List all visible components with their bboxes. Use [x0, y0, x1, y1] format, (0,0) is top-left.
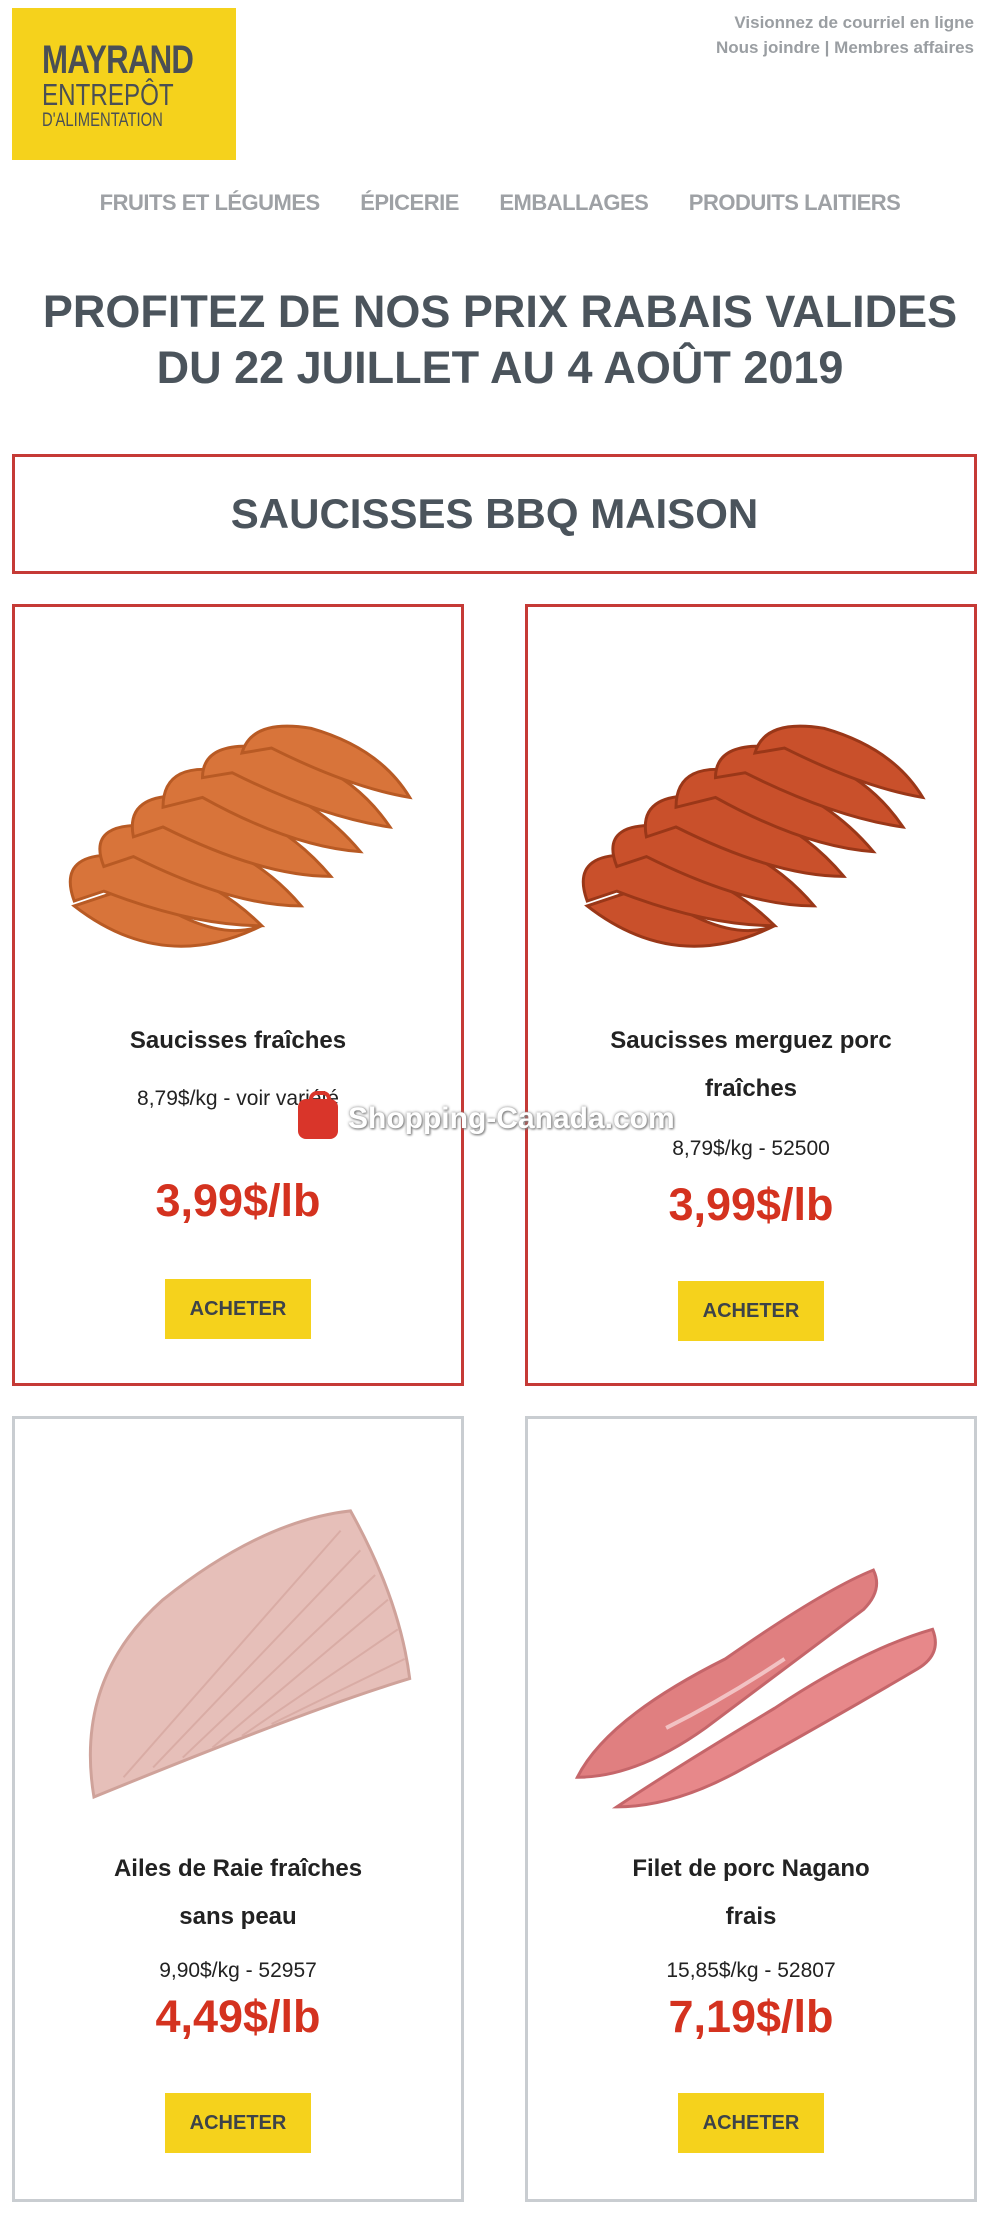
- nav-item-fruits-legumes[interactable]: FRUITS ET LÉGUMES: [100, 190, 321, 216]
- product-card: Saucisses fraîches 8,79$/kg - voir varié…: [12, 604, 464, 1386]
- product-name: Saucisses fraîches: [129, 1027, 347, 1054]
- brand-logo[interactable]: MAYRAND ENTREPÔT D'ALIMENTATION: [12, 8, 236, 160]
- skate-wing-image[interactable]: [15, 1479, 461, 1819]
- watermark: Shopping-Canada.com: [298, 1091, 675, 1144]
- merguez-image[interactable]: [528, 677, 974, 977]
- logo-brand: MAYRAND: [42, 38, 194, 82]
- product-card: Ailes de Raie fraîches sans peau 9,90$/k…: [12, 1416, 464, 2202]
- shopping-bag-icon: [298, 1091, 338, 1139]
- product-price: 3,99$/lb: [668, 1179, 834, 1230]
- logo-line2: D'ALIMENTATION: [42, 110, 163, 131]
- product-price: 4,49$/lb: [155, 1991, 321, 2042]
- members-link[interactable]: Membres affaires: [834, 38, 974, 57]
- pork-tenderloin-image[interactable]: [528, 1479, 974, 1819]
- section-title: SAUCISSES BBQ MAISON: [230, 490, 759, 537]
- product-card: Filet de porc Nagano frais 15,85$/kg - 5…: [525, 1416, 977, 2202]
- product-detail: 15,85$/kg - 52807: [666, 1959, 836, 1982]
- view-online-link[interactable]: Visionnez de courriel en ligne: [734, 13, 974, 32]
- product-name-line2: frais: [725, 1903, 777, 1930]
- promo-headline: PROFITEZ DE NOS PRIX RABAIS VALIDES DU 2…: [0, 284, 1000, 396]
- nav-item-emballages[interactable]: EMBALLAGES: [499, 190, 649, 216]
- product-name: Saucisses merguez porc: [610, 1027, 892, 1054]
- buy-button[interactable]: ACHETER: [678, 1281, 824, 1341]
- product-card: Saucisses merguez porc fraîches 8,79$/kg…: [525, 604, 977, 1386]
- section-banner: SAUCISSES BBQ MAISON: [12, 454, 977, 574]
- top-links: Visionnez de courriel en ligne Nous join…: [716, 10, 974, 60]
- sausages-image[interactable]: [15, 677, 461, 977]
- product-detail: 9,90$/kg - 52957: [159, 1959, 317, 1982]
- buy-button[interactable]: ACHETER: [165, 2093, 311, 2153]
- nav-item-epicerie[interactable]: ÉPICERIE: [360, 190, 459, 216]
- headline-line2: DU 22 JUILLET AU 4 AOÛT 2019: [156, 342, 844, 393]
- headline-line1: PROFITEZ DE NOS PRIX RABAIS VALIDES: [42, 286, 958, 337]
- nav-item-produits-laitiers[interactable]: PRODUITS LAITIERS: [689, 190, 901, 216]
- product-price: 3,99$/lb: [155, 1175, 321, 1226]
- contact-link[interactable]: Nous joindre: [716, 38, 820, 57]
- logo-line1: ENTREPÔT: [42, 77, 174, 112]
- link-separator: |: [824, 38, 830, 57]
- product-price: 7,19$/lb: [668, 1991, 834, 2042]
- main-nav: FRUITS ET LÉGUMES ÉPICERIE EMBALLAGES PR…: [0, 190, 1000, 216]
- product-name: Filet de porc Nagano: [632, 1855, 870, 1882]
- product-name-line2: sans peau: [179, 1903, 297, 1930]
- buy-button[interactable]: ACHETER: [678, 2093, 824, 2153]
- product-name: Ailes de Raie fraîches: [113, 1855, 363, 1882]
- watermark-text: Shopping-Canada.com: [348, 1102, 675, 1135]
- buy-button[interactable]: ACHETER: [165, 1279, 311, 1339]
